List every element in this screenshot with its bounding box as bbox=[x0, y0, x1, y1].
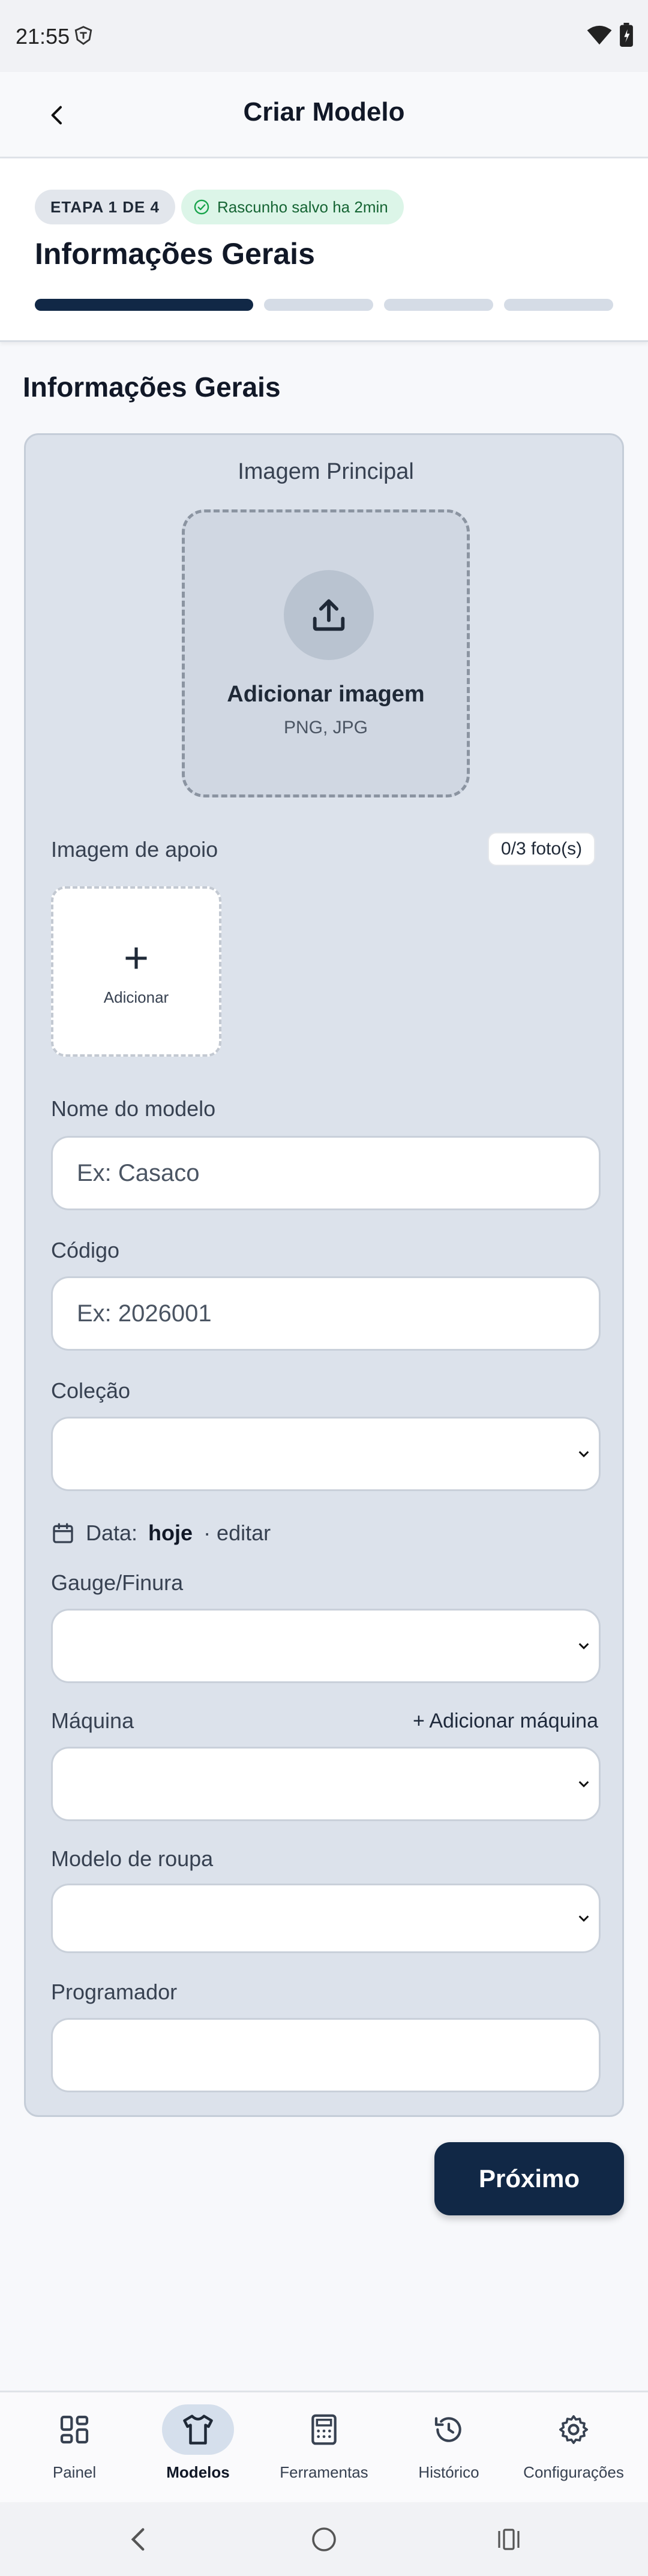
system-recents-icon[interactable] bbox=[496, 2526, 522, 2553]
nav-item-configuracoes[interactable]: Configurações bbox=[509, 2392, 638, 2504]
system-back-icon[interactable] bbox=[127, 2526, 149, 2553]
step-heading: Informações Gerais bbox=[35, 237, 315, 271]
calendar-icon bbox=[53, 1523, 73, 1543]
nav-label: Modelos bbox=[166, 2463, 230, 2481]
nav-icon-container bbox=[413, 2404, 485, 2455]
chevron-down-icon bbox=[578, 1915, 589, 1922]
collection-label: Coleção bbox=[51, 1378, 131, 1403]
nav-label: Configurações bbox=[523, 2463, 624, 2481]
system-home-icon[interactable] bbox=[310, 2525, 338, 2554]
gear-icon bbox=[559, 2415, 589, 2445]
garment-model-label: Modelo de roupa bbox=[51, 1846, 214, 1871]
system-nav-bar bbox=[0, 2502, 648, 2576]
next-button[interactable]: Próximo bbox=[434, 2142, 624, 2215]
history-icon bbox=[434, 2417, 461, 2442]
section-title: Informações Gerais bbox=[23, 371, 281, 403]
machine-label: Máquina bbox=[51, 1708, 134, 1733]
upload-icon bbox=[313, 599, 345, 631]
main-image-upload[interactable]: Adicionar imagem PNG, JPG bbox=[182, 509, 470, 797]
model-name-input[interactable] bbox=[77, 1138, 581, 1208]
add-support-image-label: Adicionar bbox=[103, 988, 169, 1006]
upload-title: Adicionar imagem bbox=[227, 682, 425, 707]
programmer-label: Programador bbox=[51, 1980, 178, 2004]
add-machine-link[interactable]: + Adicionar máquina bbox=[413, 1710, 598, 1733]
step-badge: ETAPA 1 DE 4 bbox=[35, 190, 176, 224]
upload-icon-circle bbox=[284, 570, 374, 660]
date-row[interactable]: Data: hoje · editar bbox=[51, 1515, 271, 1551]
date-value: hoje bbox=[148, 1521, 193, 1545]
status-bar: 21:55 bbox=[0, 0, 648, 72]
machine-value bbox=[77, 1749, 581, 1819]
progress-segment bbox=[264, 299, 373, 311]
photo-count-badge: 0/3 foto(s) bbox=[488, 832, 596, 866]
progress-segment bbox=[384, 299, 493, 311]
calculator-icon bbox=[311, 2414, 337, 2445]
step-header: ETAPA 1 DE 4 Rascunho salvo ha 2min Info… bbox=[0, 158, 648, 342]
code-field bbox=[51, 1276, 601, 1351]
plus-icon: + bbox=[123, 934, 149, 982]
nav-item-painel[interactable]: Painel bbox=[10, 2392, 139, 2504]
progress-segment bbox=[35, 299, 253, 311]
chevron-down-icon bbox=[578, 1643, 589, 1650]
gauge-value bbox=[77, 1611, 581, 1681]
progress-segment bbox=[504, 299, 613, 311]
shirt-icon bbox=[183, 2415, 213, 2445]
date-edit-link[interactable]: · editar bbox=[203, 1521, 271, 1546]
nav-item-ferramentas[interactable]: Ferramentas bbox=[259, 2392, 389, 2504]
collection-value bbox=[77, 1419, 581, 1489]
nav-icon-container bbox=[288, 2404, 360, 2455]
gauge-select[interactable] bbox=[51, 1609, 601, 1683]
page-title: Criar Modelo bbox=[243, 97, 405, 127]
garment-model-select[interactable] bbox=[51, 1884, 601, 1953]
nav-item-modelos[interactable]: Modelos bbox=[133, 2392, 263, 2504]
code-label: Código bbox=[51, 1238, 120, 1262]
nav-label: Ferramentas bbox=[280, 2463, 368, 2481]
status-time: 21:55 bbox=[16, 24, 70, 49]
date-prefix: Data: bbox=[86, 1521, 138, 1545]
nav-icon-container bbox=[538, 2404, 610, 2455]
main-image-label: Imagem Principal bbox=[238, 459, 414, 484]
nav-label: Histórico bbox=[418, 2463, 479, 2481]
code-input[interactable] bbox=[77, 1278, 581, 1349]
chevron-down-icon bbox=[578, 1451, 589, 1458]
programmer-field bbox=[51, 2018, 601, 2092]
machine-select[interactable] bbox=[51, 1747, 601, 1821]
app-bar: Criar Modelo bbox=[0, 72, 648, 158]
bottom-nav: Painel Modelos Ferramentas Histórico Con… bbox=[0, 2391, 648, 2502]
upload-formats: PNG, JPG bbox=[283, 718, 368, 737]
model-name-label: Nome do modelo bbox=[51, 1096, 216, 1121]
add-support-image-button[interactable]: + Adicionar bbox=[51, 886, 221, 1057]
dashboard-icon bbox=[60, 2415, 89, 2444]
shield-icon bbox=[74, 26, 92, 45]
chevron-down-icon bbox=[578, 1781, 589, 1788]
garment-model-value bbox=[77, 1885, 581, 1951]
draft-status-badge: Rascunho salvo ha 2min bbox=[181, 190, 404, 224]
nav-label: Painel bbox=[52, 2463, 97, 2481]
draft-status-text: Rascunho salvo ha 2min bbox=[217, 197, 388, 216]
model-name-field bbox=[51, 1136, 601, 1210]
battery-icon bbox=[620, 23, 633, 47]
programmer-input[interactable] bbox=[77, 2020, 581, 2091]
check-circle-icon bbox=[194, 199, 209, 215]
nav-item-historico[interactable]: Histórico bbox=[384, 2392, 514, 2504]
nav-icon-container bbox=[162, 2404, 234, 2455]
support-image-label: Imagem de apoio bbox=[51, 837, 218, 862]
form-card: Imagem Principal Adicionar imagem PNG, J… bbox=[24, 433, 624, 2117]
collection-select[interactable] bbox=[51, 1417, 601, 1491]
nav-icon-container bbox=[38, 2404, 110, 2455]
wifi-icon bbox=[587, 25, 612, 45]
gauge-label: Gauge/Finura bbox=[51, 1570, 184, 1595]
